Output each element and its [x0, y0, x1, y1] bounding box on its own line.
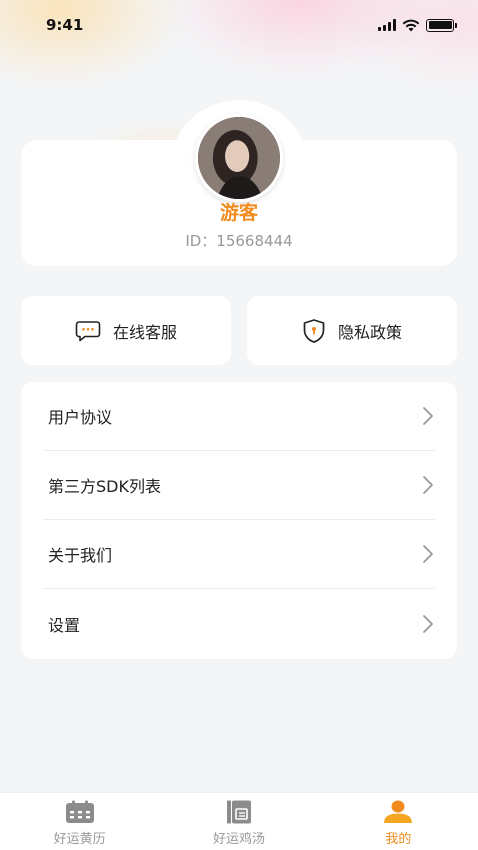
tab-almanac[interactable]: 好运黄历 — [0, 793, 159, 850]
tab-bar: 好运黄历 好运鸡汤 我的 — [0, 792, 478, 850]
calendar-icon — [65, 800, 94, 823]
menu-item-about-us[interactable]: 关于我们 — [43, 520, 435, 589]
menu-item-user-agreement[interactable]: 用户协议 — [43, 382, 435, 451]
tab-inspiration[interactable]: 好运鸡汤 — [159, 793, 318, 850]
tab-label: 好运黄历 — [53, 832, 106, 847]
person-icon — [384, 800, 413, 823]
menu-item-label: 关于我们 — [48, 546, 113, 565]
chevron-right-icon — [423, 476, 433, 494]
online-support-label: 在线客服 — [112, 322, 177, 342]
status-icons — [378, 18, 457, 32]
menu-item-label: 用户协议 — [48, 408, 113, 427]
user-id: ID：15668444 — [185, 232, 293, 250]
chevron-right-icon — [423, 614, 433, 633]
online-support-button[interactable]: 在线客服 — [21, 296, 231, 365]
tab-mine[interactable]: 我的 — [319, 793, 478, 850]
avatar-portrait-icon — [198, 117, 280, 199]
tab-label: 我的 — [385, 832, 412, 847]
cellular-signal-icon — [378, 19, 396, 31]
menu-item-settings[interactable]: 设置 — [43, 589, 435, 658]
menu-item-third-party-sdk[interactable]: 第三方SDK列表 — [43, 451, 435, 520]
privacy-policy-label: 隐私政策 — [337, 322, 402, 342]
settings-menu: 用户协议 第三方SDK列表 关于我们 设置 — [21, 382, 457, 659]
chevron-right-icon — [423, 407, 433, 425]
status-bar: 9:41 — [0, 0, 478, 50]
avatar[interactable] — [195, 114, 283, 202]
menu-item-label: 第三方SDK列表 — [48, 477, 161, 496]
book-icon — [226, 800, 251, 824]
battery-icon — [426, 18, 457, 32]
shield-icon — [303, 318, 325, 343]
status-time: 9:41 — [46, 16, 84, 34]
chevron-right-icon — [423, 545, 433, 563]
chat-bubble-icon — [75, 320, 101, 341]
privacy-policy-button[interactable]: 隐私政策 — [247, 296, 457, 365]
user-name: 游客 — [219, 202, 258, 224]
wifi-icon — [402, 19, 420, 31]
menu-item-label: 设置 — [48, 615, 81, 635]
tab-label: 好运鸡汤 — [212, 832, 265, 847]
